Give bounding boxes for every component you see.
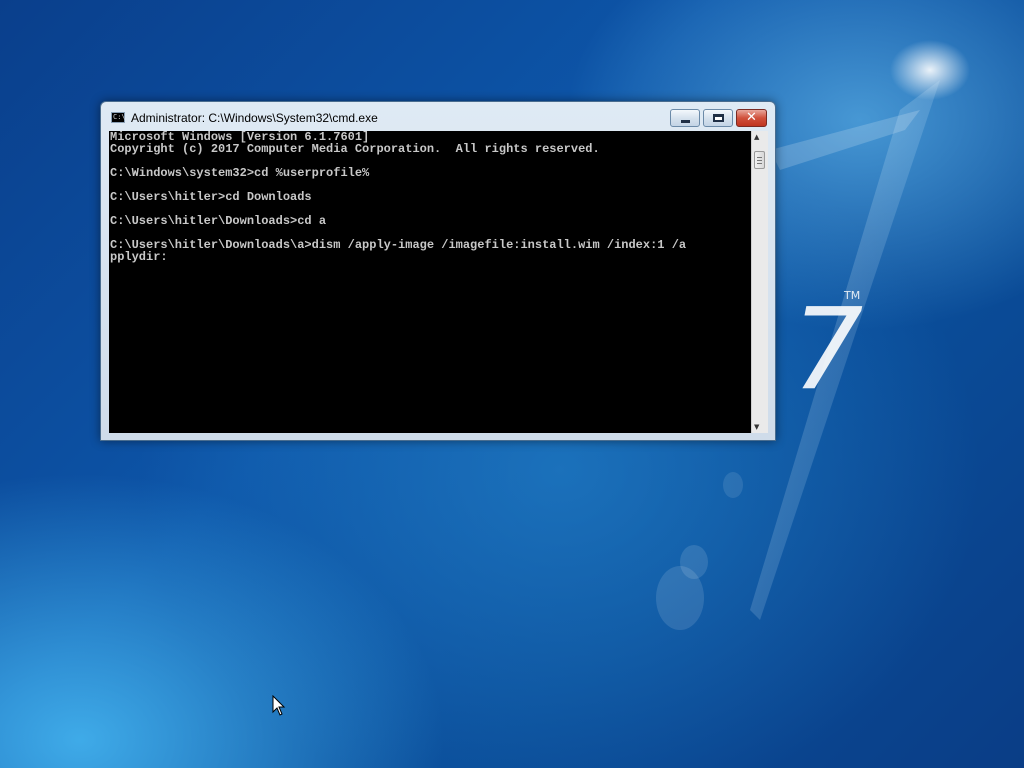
cmd-app-icon[interactable]: C:\ <box>111 112 126 123</box>
console-text: Microsoft Windows [Version 6.1.7601] Cop… <box>110 131 687 264</box>
close-icon: ✕ <box>746 110 757 125</box>
cmd-window[interactable]: C:\ Administrator: C:\Windows\System32\c… <box>100 101 776 441</box>
trademark-text: TM <box>843 289 860 302</box>
window-title: Administrator: C:\Windows\System32\cmd.e… <box>131 111 378 125</box>
maximize-icon <box>713 114 724 122</box>
mouse-pointer-icon <box>272 695 286 716</box>
vertical-scrollbar[interactable]: ▲ ▼ <box>751 131 768 433</box>
app-icon-label: C:\ <box>113 113 126 121</box>
windows-7-logo-text: 7 <box>792 285 863 415</box>
console-output[interactable]: Microsoft Windows [Version 6.1.7601] Cop… <box>109 131 751 433</box>
title-bar[interactable]: C:\ Administrator: C:\Windows\System32\c… <box>101 102 775 130</box>
scroll-thumb[interactable] <box>754 151 765 169</box>
minimize-button[interactable] <box>670 109 700 127</box>
maximize-button[interactable] <box>703 109 733 127</box>
scroll-up-arrow-icon[interactable]: ▲ <box>754 133 759 141</box>
minimize-icon <box>681 120 690 123</box>
close-button[interactable]: ✕ <box>736 109 767 127</box>
scroll-down-arrow-icon[interactable]: ▼ <box>754 423 759 431</box>
